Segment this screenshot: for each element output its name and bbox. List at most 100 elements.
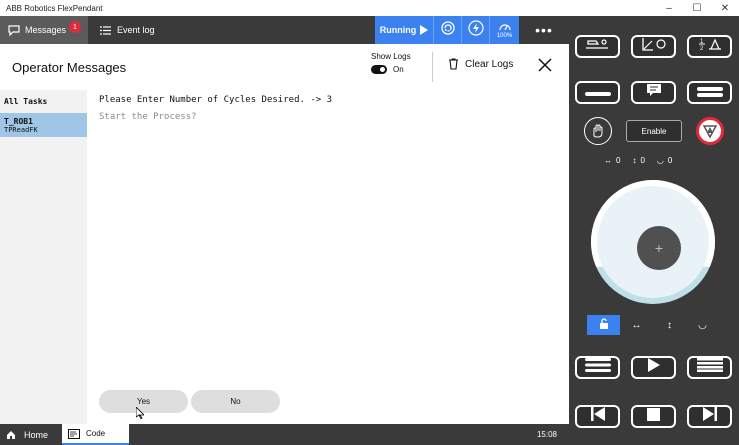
skip-forward-icon xyxy=(702,407,718,426)
lock-rotation-button[interactable]: ◡ xyxy=(686,315,719,335)
mouse-cursor-icon xyxy=(135,406,145,424)
skip-back-icon xyxy=(590,407,606,426)
rotate-arrow-icon: ◡ xyxy=(656,156,664,165)
lock-horizontal-button[interactable]: ↔ xyxy=(620,315,653,335)
enable-button[interactable]: Enable xyxy=(626,120,682,142)
vertical-arrow-icon: ↕ xyxy=(667,319,672,331)
jog-mode-tool-button[interactable] xyxy=(575,35,620,58)
step-list-button[interactable] xyxy=(575,356,620,379)
speedometer-icon xyxy=(498,22,511,33)
rotate-arrow-icon: ◡ xyxy=(698,319,707,331)
trash-icon xyxy=(448,58,459,70)
message-icon xyxy=(646,83,662,102)
running-label: Running xyxy=(379,25,417,35)
close-icon[interactable] xyxy=(536,56,554,74)
show-logs-state: On xyxy=(393,65,404,74)
home-button[interactable]: Home xyxy=(0,424,62,445)
home-label: Home xyxy=(24,429,49,440)
chat-bubble-icon xyxy=(8,24,20,36)
speed-label: 100% xyxy=(496,32,513,39)
clear-logs-label: Clear Logs xyxy=(465,58,514,70)
step-back-button[interactable] xyxy=(575,405,620,428)
window-titlebar: ABB Robotics FlexPendant – ☐ ✕ xyxy=(0,0,739,16)
message-line: Please Enter Number of Cycles Desired. -… xyxy=(99,95,332,105)
window-controls: – ☐ ✕ xyxy=(655,0,739,16)
hand-icon[interactable] xyxy=(584,117,612,145)
code-icon xyxy=(68,428,80,439)
bottom-bar: Home Code 15:08 xyxy=(0,424,569,445)
axis-lock-row: ↔ ↕ ◡ xyxy=(587,315,719,335)
message-area: Please Enter Number of Cycles Desired. -… xyxy=(87,90,569,424)
jog-increment-button[interactable]: 12 xyxy=(687,35,732,58)
vertical-arrow-icon: ↕ xyxy=(632,156,637,165)
running-status-button[interactable]: Running xyxy=(375,16,433,44)
joystick-knob[interactable]: + xyxy=(637,226,681,270)
top-bar: Messages 1 Event log Running 100% ••• xyxy=(0,16,569,44)
clock: 15:08 xyxy=(536,430,557,439)
stop-icon xyxy=(647,407,660,426)
show-logs-control[interactable]: Show Logs On xyxy=(371,52,411,74)
lines-icon xyxy=(584,358,611,377)
plus-icon: + xyxy=(654,240,664,256)
play-button[interactable] xyxy=(631,356,676,379)
task-list-title: All Tasks xyxy=(4,97,48,106)
no-button[interactable]: No xyxy=(191,390,280,413)
program-list-button[interactable] xyxy=(687,356,732,379)
code-tab-label: Code xyxy=(86,429,106,438)
task-routine: TPReadFK xyxy=(4,126,38,134)
play-icon xyxy=(647,358,661,377)
more-options-button[interactable]: ••• xyxy=(519,16,569,44)
horizontal-arrow-icon: ↔ xyxy=(631,319,642,331)
tab-event-log-label: Event log xyxy=(117,25,155,35)
axis-y-value: 0 xyxy=(640,156,645,165)
list-icon xyxy=(100,25,111,35)
lock-button[interactable] xyxy=(587,315,620,335)
jog-mode-coordinates-button[interactable] xyxy=(631,35,676,58)
axis-z-value: 0 xyxy=(667,156,673,165)
unlock-icon xyxy=(598,317,610,333)
lock-vertical-button[interactable]: ↕ xyxy=(653,315,686,335)
tab-messages-label: Messages xyxy=(25,25,67,35)
message-prompt: Start the Process? xyxy=(99,112,197,122)
messages-badge: 1 xyxy=(69,21,81,33)
maximize-button[interactable]: ☐ xyxy=(683,0,711,16)
page-header: Operator Messages Show Logs On Clear Log… xyxy=(0,44,569,90)
run-status-group: Running 100% xyxy=(375,16,519,44)
jog-panel: 12 Enable ↔ 0 ↕ 0 ◡ 0 + ↔ ↕ ◡ xyxy=(569,16,739,445)
task-name: T_ROB1 xyxy=(4,117,33,126)
jog-option-2-button[interactable] xyxy=(687,81,732,104)
increment-icon: 12 xyxy=(696,36,724,57)
double-bar-icon xyxy=(696,84,723,102)
play-icon xyxy=(420,25,429,35)
svg-text:2: 2 xyxy=(700,46,704,52)
tab-code[interactable]: Code xyxy=(62,424,129,445)
cycle-mode-button[interactable] xyxy=(433,16,461,44)
stop-button[interactable] xyxy=(631,405,676,428)
home-icon xyxy=(6,430,16,440)
show-logs-label: Show Logs xyxy=(371,52,411,61)
speed-button[interactable]: 100% xyxy=(489,16,519,44)
coordinate-system-icon xyxy=(640,37,668,56)
close-window-button[interactable]: ✕ xyxy=(711,0,739,16)
joystick[interactable]: + xyxy=(591,180,715,304)
axis-readout: ↔ 0 ↕ 0 ◡ 0 xyxy=(604,156,676,165)
task-item[interactable]: T_ROB1 TPReadFK xyxy=(0,113,87,137)
header-divider xyxy=(432,52,433,82)
horizontal-arrow-icon: ↔ xyxy=(604,156,612,165)
minimize-button[interactable]: – xyxy=(655,0,683,16)
axis-x-value: 0 xyxy=(616,156,621,165)
tab-event-log[interactable]: Event log xyxy=(88,16,178,44)
motors-on-button[interactable] xyxy=(461,16,489,44)
step-forward-button[interactable] xyxy=(687,405,732,428)
clear-logs-button[interactable]: Clear Logs xyxy=(448,58,513,70)
page-title: Operator Messages xyxy=(12,60,127,75)
jog-option-1-button[interactable] xyxy=(575,81,620,104)
tab-messages[interactable]: Messages 1 xyxy=(0,16,88,44)
lightning-icon xyxy=(467,19,484,41)
bar-icon xyxy=(584,84,611,102)
emergency-stop-icon[interactable] xyxy=(696,117,724,145)
show-logs-toggle[interactable] xyxy=(371,65,387,74)
jog-message-button[interactable] xyxy=(631,81,676,104)
lines-icon xyxy=(696,358,723,377)
task-list: All Tasks T_ROB1 TPReadFK xyxy=(0,90,87,424)
